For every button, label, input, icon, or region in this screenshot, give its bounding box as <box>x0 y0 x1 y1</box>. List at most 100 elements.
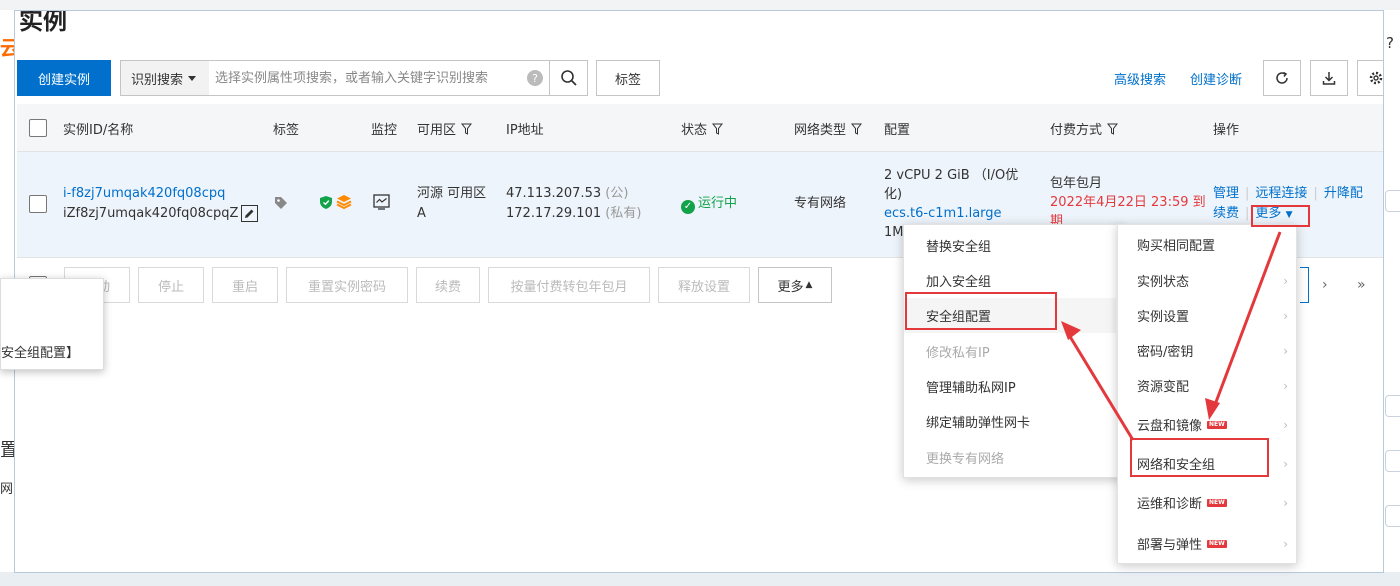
create-diagnosis-link[interactable]: 创建诊断 <box>1190 69 1242 88</box>
menu-item-label: 运维和诊断 <box>1137 497 1203 512</box>
header-status[interactable]: 状态 <box>681 119 724 138</box>
security-shield-icon[interactable] <box>319 195 333 210</box>
menu-item-buy-same-config[interactable]: 购买相同配置 <box>1118 227 1296 262</box>
export-button[interactable] <box>1310 60 1348 96</box>
side-widget-icon-4[interactable] <box>1385 505 1400 527</box>
menu-item-security-group-config[interactable]: 安全组配置 <box>904 298 1116 333</box>
next-page-icon[interactable]: › <box>1322 277 1328 293</box>
chevron-right-icon: › <box>1283 273 1288 288</box>
edit-name-button[interactable] <box>241 205 259 222</box>
private-ip-value: 172.17.29.101 <box>506 206 602 221</box>
toolbar: 创建实例 识别搜索 ? 标签 高级搜索 创建诊断 <box>17 60 1383 96</box>
remote-connect-link[interactable]: 远程连接 <box>1255 186 1307 201</box>
page-size-select[interactable] <box>1300 267 1309 303</box>
pencil-icon <box>245 209 254 218</box>
header-network[interactable]: 网络类型 <box>794 119 863 138</box>
batch-convert-billing-button[interactable]: 按量付费转包年包月 <box>488 267 650 303</box>
settings-button[interactable] <box>1357 60 1383 96</box>
manage-link[interactable]: 管理 <box>1213 186 1239 201</box>
header-billing-label: 付费方式 <box>1050 123 1103 138</box>
side-widget-icon[interactable] <box>1385 190 1400 212</box>
menu-item-network-security-group[interactable]: 网络和安全组 › <box>1118 446 1296 481</box>
search-box: 识别搜索 ? <box>120 60 588 96</box>
batch-restart-button[interactable]: 重启 <box>212 267 278 303</box>
last-page-icon[interactable]: » <box>1357 277 1366 293</box>
menu-item-resource-change[interactable]: 资源变配 › <box>1118 368 1296 403</box>
help-icon-fragment: ? <box>1386 34 1394 52</box>
config-type-link[interactable]: ecs.t6-c1m1.large <box>884 204 1002 223</box>
header-billing[interactable]: 付费方式 <box>1050 119 1119 138</box>
chevron-right-icon: › <box>1283 495 1288 510</box>
search-type-select[interactable]: 识别搜索 <box>121 61 209 95</box>
menu-item-label: 网络和安全组 <box>1137 458 1216 473</box>
header-ip: IP地址 <box>506 123 544 138</box>
create-instance-button[interactable]: 创建实例 <box>17 60 111 96</box>
menu-item-ops-diagnosis[interactable]: 运维和诊断 NEW › <box>1118 485 1296 520</box>
background-bottom <box>0 572 1400 586</box>
header-monitor: 监控 <box>371 123 398 138</box>
instance-name-text: iZf8zj7umqak420fq08cpqZ <box>63 206 239 221</box>
question-icon[interactable]: ? <box>527 70 543 86</box>
instance-id-link[interactable]: i-f8zj7umqak420fq08cpq <box>63 184 225 203</box>
browser-bookmarks-bar <box>0 0 1400 10</box>
chevron-right-icon: › <box>1283 456 1288 471</box>
private-ip: 172.17.29.101 (私有) <box>506 204 641 223</box>
menu-item-disk-image[interactable]: 云盘和镜像 NEW › <box>1118 407 1296 442</box>
row-actions: 管理 | 远程连接 | 升降配 <box>1213 186 1363 201</box>
network-type: 专有网络 <box>794 196 847 211</box>
menu-item-label: 购买相同配置 <box>1137 239 1216 254</box>
menu-item-label: 密码/密钥 <box>1137 345 1194 360</box>
check-circle-icon: ✓ <box>681 199 695 214</box>
caret-up-icon: ▲ <box>805 280 813 290</box>
side-widget-icon-2[interactable] <box>1385 395 1400 417</box>
public-ip: 47.113.207.53 (公) <box>506 184 628 203</box>
select-all-checkbox[interactable] <box>29 119 47 137</box>
header-network-label: 网络类型 <box>794 123 847 138</box>
billing-type: 包年包月 <box>1050 176 1103 191</box>
menu-item-label: 实例设置 <box>1137 310 1190 325</box>
search-button[interactable] <box>549 61 587 95</box>
menu-item-join-security-group[interactable]: 加入安全组 <box>904 263 1122 298</box>
gear-icon <box>1369 71 1383 85</box>
batch-more-label: 更多 <box>777 279 804 295</box>
row-checkbox[interactable] <box>29 195 47 213</box>
caret-down-icon: ▼ <box>1285 210 1293 220</box>
batch-more-button[interactable]: 更多 ▲ <box>758 267 832 303</box>
menu-item-deploy-elastic[interactable]: 部署与弹性 NEW › <box>1118 526 1296 561</box>
menu-item-bind-eni[interactable]: 绑定辅助弹性网卡 <box>904 404 1122 439</box>
zone-line1: 河源 可用区 <box>417 186 487 201</box>
page-title: 实例 <box>19 10 67 35</box>
batch-stop-button[interactable]: 停止 <box>138 267 204 303</box>
cloud-monitor-icon[interactable] <box>336 194 352 210</box>
more-actions-link[interactable]: 更多 ▼ <box>1255 206 1292 221</box>
batch-reset-password-button[interactable]: 重置实例密码 <box>286 267 408 303</box>
more-actions-label: 更多 <box>1255 206 1282 221</box>
side-widget-icon-3[interactable] <box>1385 450 1400 472</box>
tag-filter-button[interactable]: 标签 <box>596 60 660 96</box>
filter-icon <box>1107 123 1119 135</box>
renew-link[interactable]: 续费 <box>1213 206 1239 221</box>
menu-item-manage-secondary-ip[interactable]: 管理辅助私网IP <box>904 369 1122 404</box>
private-ip-tag: (私有) <box>605 206 642 221</box>
menu-item-password-keypair[interactable]: 密码/密钥 › <box>1118 333 1296 368</box>
advanced-search-link[interactable]: 高级搜索 <box>1114 69 1166 88</box>
refresh-button[interactable] <box>1263 60 1301 96</box>
header-zone[interactable]: 可用区 <box>417 119 473 138</box>
menu-item-change-vpc[interactable]: 更换专有网络 <box>904 440 1122 475</box>
menu-item-modify-private-ip[interactable]: 修改私有IP <box>904 334 1122 369</box>
filter-icon <box>712 123 724 135</box>
menu-item-instance-settings[interactable]: 实例设置 › <box>1118 298 1296 333</box>
menu-item-label: 实例状态 <box>1137 275 1190 290</box>
filter-icon <box>461 123 473 135</box>
status-badge: ✓ 运行中 <box>681 194 737 214</box>
batch-renew-button[interactable]: 续费 <box>416 267 480 303</box>
monitor-chart-icon[interactable] <box>373 194 390 210</box>
menu-item-replace-security-group[interactable]: 替换安全组 <box>904 228 1122 263</box>
upgrade-link[interactable]: 升降配 <box>1324 186 1363 201</box>
batch-release-button[interactable]: 释放设置 <box>658 267 750 303</box>
config-line2: 化) <box>884 187 903 202</box>
menu-item-instance-status[interactable]: 实例状态 › <box>1118 263 1296 298</box>
tag-icon[interactable] <box>274 196 288 210</box>
search-type-label: 识别搜索 <box>131 72 184 88</box>
search-input[interactable] <box>209 61 527 95</box>
